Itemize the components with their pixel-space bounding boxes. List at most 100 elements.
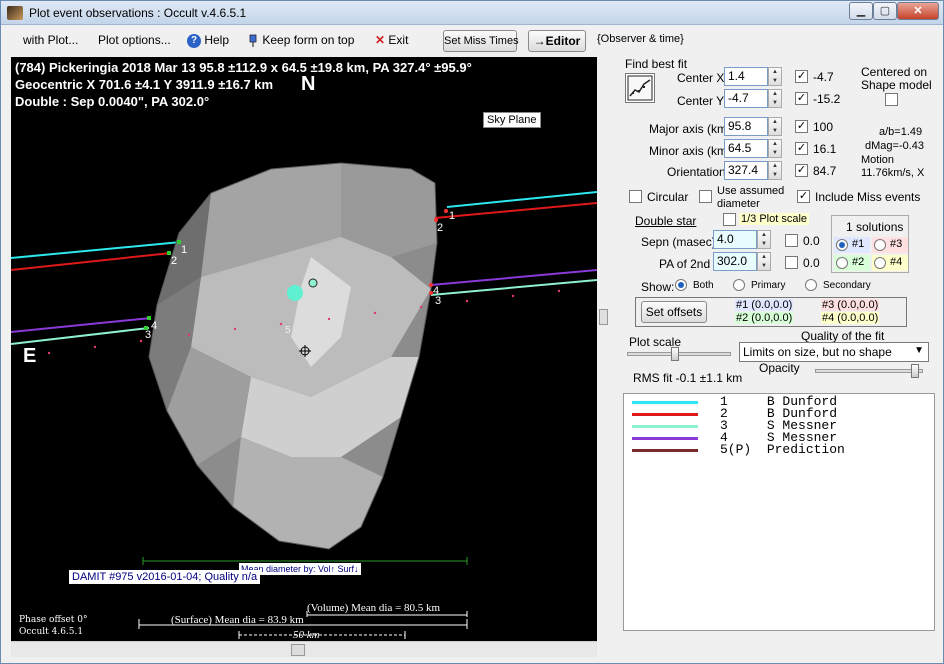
minor-axis-input[interactable]: 64.5 [724, 139, 768, 158]
set-offsets-button[interactable]: Set offsets [641, 301, 707, 323]
use-assumed-label: Use assumed [717, 185, 785, 197]
major-axis-checkbox[interactable]: ✓ [795, 120, 808, 133]
include-miss-checkbox[interactable]: ✓ [797, 190, 810, 203]
north-label: N [301, 73, 316, 95]
solution-3-radio[interactable] [874, 239, 886, 251]
opacity-slider[interactable] [815, 369, 923, 373]
separation-input[interactable]: 4.0 [713, 230, 757, 249]
orientation-spinner[interactable]: ▲ ▼ [768, 161, 782, 180]
show-secondary-label: Secondary [823, 280, 871, 291]
use-assumed-diameter-checkbox[interactable] [699, 190, 712, 203]
center-y-spinner[interactable]: ▲ ▼ [768, 89, 782, 108]
menu-exit[interactable]: ✕ Exit [375, 33, 408, 47]
solution-1-radio[interactable] [836, 239, 848, 251]
show-primary-radio[interactable] [733, 279, 745, 291]
centered-on-shape-checkbox[interactable] [885, 93, 898, 106]
center-y-input[interactable]: -4.7 [724, 89, 768, 108]
center-y-checkbox[interactable]: ✓ [795, 92, 808, 105]
pa-second-checkbox[interactable] [785, 256, 798, 269]
legend-text-5: 5(P) Prediction [720, 442, 845, 457]
help-icon: ? [187, 33, 201, 48]
find-best-fit-button[interactable] [625, 73, 655, 103]
center-x-spinner[interactable]: ▲ ▼ [768, 67, 782, 86]
chord-label-1-right: 1 [449, 210, 456, 222]
menu-plot-options[interactable]: Plot options... [98, 33, 171, 47]
major-axis-spinner[interactable]: ▲ ▼ [768, 117, 782, 136]
scale-bar-label: 50 km [293, 629, 320, 641]
solution-4-radio[interactable] [874, 257, 886, 269]
legend-line-1 [632, 401, 698, 404]
maximize-button[interactable]: ▢ [873, 2, 897, 20]
quality-value: Limits on size, but no shape [743, 345, 892, 359]
chord-label-2-right: 2 [437, 222, 444, 234]
title-bar: Plot event observations : Occult v.4.6.5… [1, 1, 943, 25]
chevron-down-icon: ▼ [914, 345, 924, 356]
minor-axis-spinner[interactable]: ▲ ▼ [768, 139, 782, 158]
plot-title-line-2: Geocentric X 701.6 ±4.1 Y 3911.9 ±16.7 k… [15, 77, 274, 92]
offset-2: #2 (0.0,0.0) [735, 312, 794, 324]
show-both-label: Both [693, 280, 714, 291]
solutions-count: 1 solutions [846, 220, 904, 234]
close-button[interactable]: ✕ [897, 2, 939, 20]
separation-spinner[interactable]: ▲ ▼ [757, 230, 771, 249]
legend-line-2 [632, 413, 698, 416]
chord-label-3-left: 3 [145, 329, 152, 341]
rms-fit-label: RMS fit -0.1 ±1.1 km [633, 371, 743, 385]
opacity-label: Opacity [759, 361, 800, 375]
ab-ratio: a/b=1.49 [879, 126, 923, 138]
third-plot-scale-checkbox[interactable] [723, 213, 736, 226]
editor-button[interactable]: →Editor [528, 30, 586, 52]
orientation-input[interactable]: 327.4 [724, 161, 768, 180]
plot-horizontal-scrollbar[interactable] [11, 641, 597, 657]
center-x-checkbox[interactable]: ✓ [795, 70, 808, 83]
panel-splitter [599, 57, 609, 657]
opacity-thumb[interactable] [911, 364, 919, 378]
show-secondary-radio[interactable] [805, 279, 817, 291]
menu-with-plot[interactable]: with Plot... [23, 33, 78, 47]
chord-label-2-left: 2 [171, 255, 178, 267]
sky-plane-label: Sky Plane [483, 112, 541, 128]
menu-help[interactable]: ? Help [187, 33, 229, 48]
center-x-input[interactable]: 1.4 [724, 67, 768, 86]
pa-second-input[interactable]: 302.0 [713, 252, 757, 271]
shape-model-label: Shape model [861, 78, 932, 92]
diameter-label: diameter [717, 198, 760, 210]
solution-2-label: #2 [852, 256, 865, 268]
menu-keep-on-top[interactable]: Keep form on top [247, 33, 354, 48]
circular-checkbox[interactable] [629, 190, 642, 203]
exit-icon: ✕ [375, 33, 386, 47]
orientation-checkbox[interactable]: ✓ [795, 164, 808, 177]
separation-fit-value: 0.0 [803, 234, 820, 248]
minor-axis-checkbox[interactable]: ✓ [795, 142, 808, 155]
minimize-button[interactable]: ▁ [849, 2, 873, 20]
offset-4: #4 (0.0,0.0) [821, 312, 880, 324]
minor-axis-fit-value: 16.1 [813, 142, 837, 156]
show-both-radio[interactable] [675, 279, 687, 291]
observer-legend: 1 B Dunford 2 B Dunford 3 S Messner 4 S … [623, 393, 935, 631]
centered-on-label: Centered on [861, 65, 928, 79]
major-axis-input[interactable]: 95.8 [724, 117, 768, 136]
plot-scale-slider[interactable] [627, 352, 731, 356]
separation-checkbox[interactable] [785, 234, 798, 247]
legend-line-4 [632, 437, 698, 440]
shape-model [148, 162, 438, 550]
find-best-fit-label: Find best fit [625, 57, 688, 71]
major-axis-label: Major axis (km) [649, 122, 732, 136]
damit-label: DAMIT #975 v2016-01-04; Quality n/a [69, 570, 261, 584]
scroll-thumb[interactable] [291, 644, 305, 656]
solution-4-label: #4 [890, 256, 903, 268]
quality-select[interactable]: Limits on size, but no shape ▼ [739, 342, 929, 362]
splitter-handle[interactable] [599, 309, 608, 325]
solution-3-label: #3 [890, 238, 903, 250]
pa-second-spinner[interactable]: ▲ ▼ [757, 252, 771, 271]
window-title: Plot event observations : Occult v.4.6.5… [29, 6, 247, 20]
chord-label-4-left: 4 [151, 320, 158, 332]
east-label: E [23, 345, 37, 367]
solution-2-radio[interactable] [836, 257, 848, 269]
menu-bar: with Plot... Plot options... ? Help Keep… [1, 27, 943, 55]
fit-center-marker [287, 285, 303, 301]
version-label: Occult 4.6.5.1 [19, 627, 84, 637]
set-miss-times-button[interactable]: Set Miss Times [443, 30, 519, 52]
plot-scale-thumb[interactable] [671, 347, 679, 361]
plot-canvas[interactable]: (784) Pickeringia 2018 Mar 13 95.8 ±112.… [11, 57, 597, 641]
